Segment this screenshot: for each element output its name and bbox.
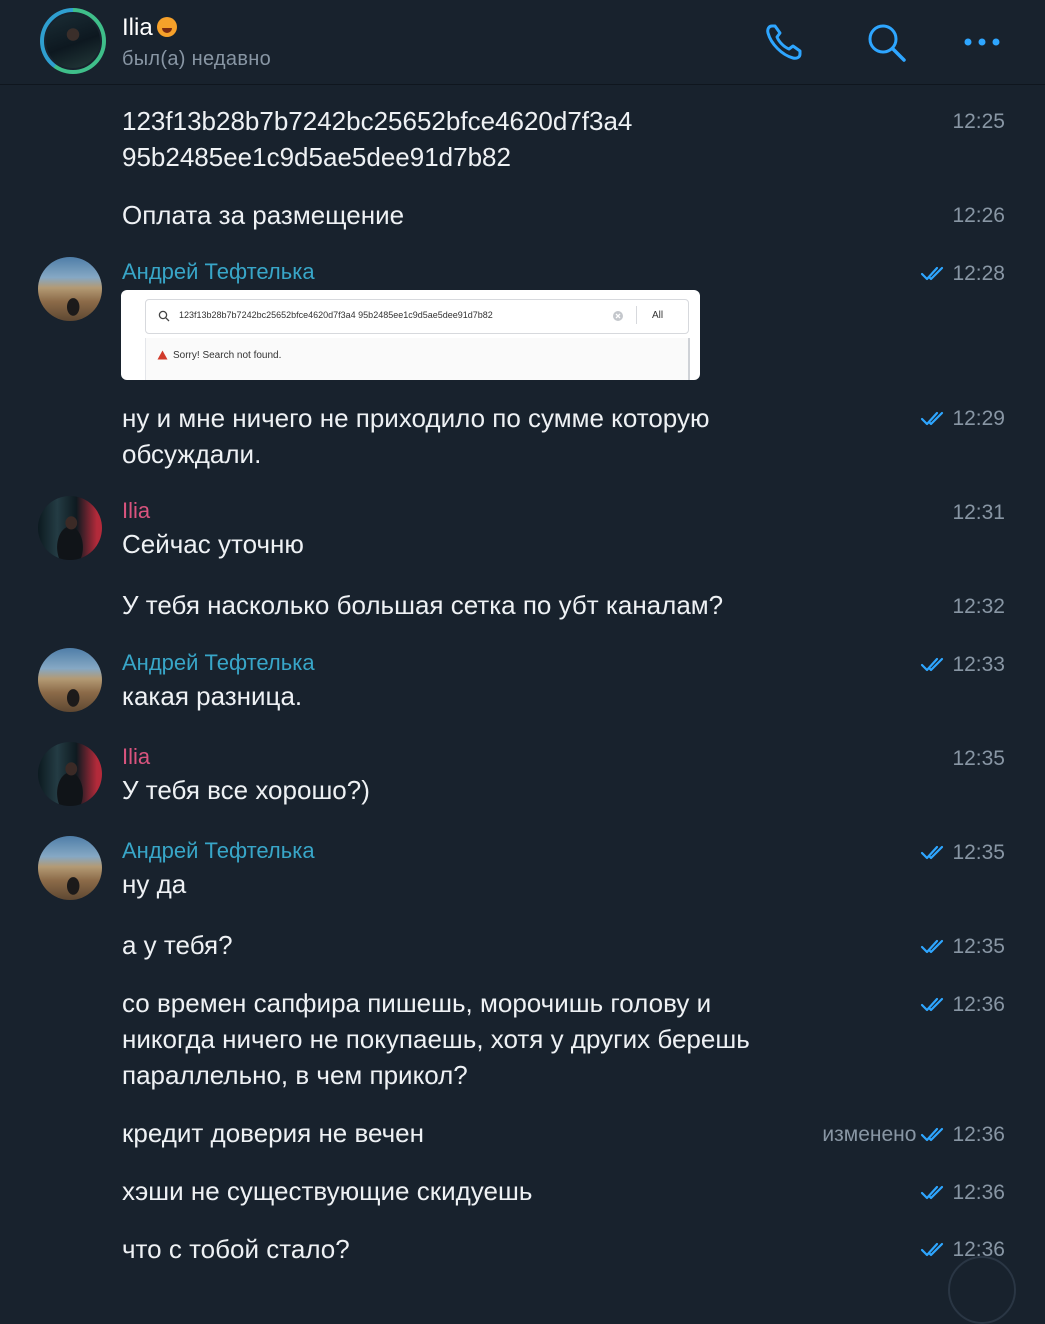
read-check-icon — [921, 1242, 944, 1257]
message-text: Оплата за размещение — [122, 200, 405, 230]
message-time: 12:33 — [920, 653, 1005, 677]
sender-name[interactable]: Андрей Тефтелька — [122, 838, 315, 864]
message-text: У тебя все хорошо?) — [122, 775, 370, 805]
sender-name[interactable]: Андрей Тефтелька — [122, 259, 315, 285]
scroll-down-button[interactable] — [948, 1256, 1016, 1324]
sender-avatar[interactable] — [38, 496, 102, 560]
message-text: хэши не существующие скидуешь — [122, 1176, 533, 1206]
read-check-icon — [921, 657, 944, 672]
message-time: 12:29 — [920, 407, 1005, 431]
message-text: ну да — [122, 869, 187, 899]
message-time: 12:36 — [920, 993, 1005, 1017]
message-text: что с тобой стало? — [122, 1234, 350, 1264]
message-text: а у тебя? — [122, 930, 233, 960]
message-time: 12:31 — [952, 501, 1005, 524]
sender-name[interactable]: Андрей Тефтелька — [122, 650, 315, 676]
sender-avatar[interactable] — [38, 257, 102, 321]
message-time: 12:28 — [920, 262, 1005, 286]
image-filter: All — [652, 310, 664, 321]
clear-icon — [613, 311, 623, 321]
sender-avatar[interactable] — [38, 648, 102, 712]
edited-label: изменено — [822, 1123, 917, 1146]
read-check-icon — [921, 1185, 944, 1200]
sender-name[interactable]: Ilia — [122, 744, 150, 770]
read-check-icon — [921, 939, 944, 954]
message-time: 12:35 — [920, 935, 1005, 959]
message-text: со времен сапфира пишешь, морочишь голов… — [122, 988, 750, 1090]
emoji-status-icon — [156, 17, 177, 37]
sender-avatar[interactable] — [38, 836, 102, 900]
read-check-icon — [921, 411, 944, 426]
message-time: изменено 12:36 — [822, 1123, 1005, 1146]
chat-header: Ilia был(а) недавно — [0, 0, 1045, 85]
phone-icon[interactable] — [762, 20, 806, 64]
contact-status: был(а) недавно — [122, 48, 272, 70]
search-icon[interactable] — [864, 20, 908, 64]
message-text: Сейчас уточню — [122, 529, 304, 559]
contact-name[interactable]: Ilia — [122, 14, 177, 42]
message-text: У тебя насколько большая сетка по убт ка… — [122, 590, 724, 620]
message-image[interactable]: 123f13b28b7b7242bc25652bfce4620d7f3a4 95… — [121, 290, 700, 380]
sender-name[interactable]: Ilia — [122, 498, 150, 524]
message-text: какая разница. — [122, 681, 303, 711]
more-icon[interactable] — [960, 20, 1004, 64]
message-text: кредит доверия не вечен — [122, 1118, 424, 1148]
sender-avatar[interactable] — [38, 742, 102, 806]
message-time: 12:35 — [952, 747, 1005, 770]
image-error-text: Sorry! Search not found. — [173, 350, 282, 361]
search-icon — [158, 310, 170, 322]
message-text: 123f13b28b7b7242bc25652bfce4620d7f3a4 95… — [122, 106, 633, 172]
message-time: 12:35 — [920, 841, 1005, 865]
image-search-query: 123f13b28b7b7242bc25652bfce4620d7f3a4 95… — [179, 310, 493, 320]
read-check-icon — [921, 845, 944, 860]
message-text: ну и мне ничего не приходило по сумме ко… — [122, 403, 710, 469]
message-time: 12:25 — [952, 110, 1005, 133]
read-check-icon — [921, 266, 944, 281]
warning-icon — [157, 350, 168, 360]
message-time: 12:36 — [920, 1181, 1005, 1205]
contact-avatar[interactable] — [40, 8, 106, 74]
message-time: 12:26 — [952, 204, 1005, 227]
message-time: 12:32 — [952, 595, 1005, 618]
read-check-icon — [921, 997, 944, 1012]
read-check-icon — [921, 1127, 944, 1142]
